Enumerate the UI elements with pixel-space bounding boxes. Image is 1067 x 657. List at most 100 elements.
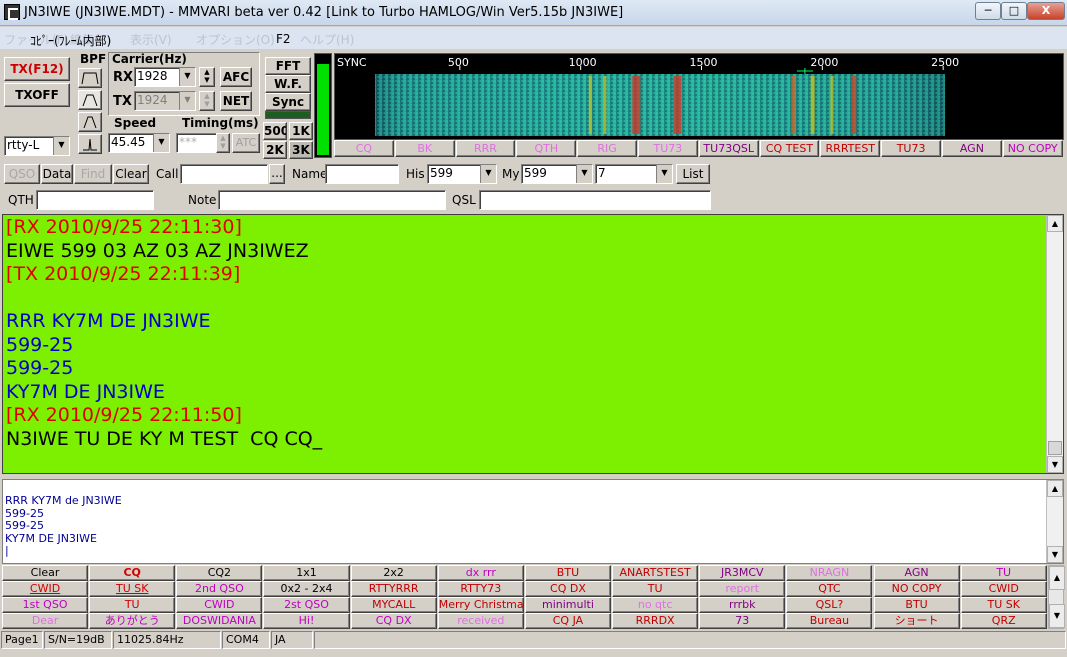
macro-button[interactable]: ショート <box>873 613 960 629</box>
atc-button[interactable]: ATC <box>232 133 260 153</box>
scroll-up-icon[interactable]: ▲ <box>1049 566 1065 590</box>
note-input[interactable] <box>218 190 446 210</box>
his-rst-select[interactable]: 599 ▼ <box>427 164 497 184</box>
macro-button[interactable]: BTU <box>524 565 612 581</box>
transmit-scrollbar[interactable]: ▲ ▼ <box>1046 480 1063 563</box>
call-input[interactable] <box>180 164 268 184</box>
timing-field[interactable]: *** <box>176 133 218 153</box>
top-macro-button[interactable]: CQ <box>334 140 394 157</box>
macro-button[interactable]: MYCALL <box>350 597 437 613</box>
macro-button[interactable]: 0x2 - 2x4 <box>263 581 350 597</box>
macro-button[interactable]: CQ <box>89 565 176 581</box>
macro-button[interactable]: TU <box>960 565 1047 581</box>
macro-button[interactable]: QRZ <box>960 613 1047 629</box>
bandwidth-2k-button[interactable]: 2K <box>263 141 287 159</box>
macro-button[interactable]: RTTYRRR <box>350 581 437 597</box>
macro-button[interactable]: 1x1 <box>263 565 350 581</box>
macro-button[interactable]: ありがとう <box>89 613 176 629</box>
top-macro-button[interactable]: TU73 <box>881 140 941 157</box>
top-macro-button[interactable]: AGN <box>942 140 1002 157</box>
macro-button[interactable]: Bureau <box>786 613 873 629</box>
macro-button[interactable]: TU <box>89 597 176 613</box>
bandwidth-3k-button[interactable]: 3K <box>289 141 313 159</box>
top-macro-button[interactable]: RIG <box>577 140 637 157</box>
top-macro-button[interactable]: TU73 <box>638 140 698 157</box>
scroll-down-icon[interactable]: ▼ <box>1047 456 1063 473</box>
bpf-medium-button[interactable] <box>78 90 102 110</box>
receive-text-panel[interactable]: [RX 2010/9/25 22:11:30] EIWE 599 03 AZ 03… <box>2 214 1064 474</box>
tx-spin-button[interactable]: ▲ ▼ <box>199 91 215 111</box>
clear-button[interactable]: Clear <box>113 164 149 184</box>
bandwidth-500-button[interactable]: 500 <box>263 122 287 140</box>
fft-level-slider[interactable] <box>265 111 311 119</box>
mode-select[interactable]: rtty-L ▼ <box>4 136 70 156</box>
menu-help[interactable]: ヘルプ(H) <box>300 31 354 48</box>
scroll-up-icon[interactable]: ▲ <box>1047 480 1063 497</box>
sync-button[interactable]: Sync <box>265 93 311 111</box>
macro-button[interactable]: NO COPY <box>873 581 960 597</box>
macro-button[interactable]: NRAGN <box>786 565 873 581</box>
popup-copy-item[interactable]: ｺﾋﾟｰ(ﾌﾚｰﾑ内部) <box>30 32 111 49</box>
top-macro-button[interactable]: NO COPY <box>1002 140 1063 157</box>
waterfall-button[interactable]: W.F. <box>265 75 311 93</box>
txoff-button[interactable]: TXOFF <box>4 83 70 107</box>
bandwidth-1k-button[interactable]: 1K <box>289 122 313 140</box>
waterfall-display[interactable]: SYNC 500 1000 1500 2000 2500 <box>334 53 1064 140</box>
close-button[interactable]: X <box>1027 2 1065 20</box>
macro-button[interactable]: Hi! <box>263 613 350 629</box>
list-button[interactable]: List <box>676 164 710 184</box>
band-select[interactable]: 7 ▼ <box>595 164 673 184</box>
macro-button[interactable]: dx rrr <box>437 565 524 581</box>
find-button[interactable]: Find <box>74 164 112 184</box>
macro-grid-scrollbar[interactable]: ▲ ▼ <box>1048 565 1065 629</box>
top-macro-button[interactable]: RRR <box>455 140 516 157</box>
data-button[interactable]: Data <box>41 164 73 184</box>
scroll-up-icon[interactable]: ▲ <box>1047 215 1063 232</box>
macro-button[interactable]: TU SK <box>960 597 1047 613</box>
qth-input[interactable] <box>36 190 154 210</box>
rx-spin-button[interactable]: ▲ ▼ <box>199 67 215 87</box>
name-input[interactable] <box>325 164 399 184</box>
scroll-thumb[interactable] <box>1048 441 1062 455</box>
macro-button[interactable]: QSL? <box>786 597 873 613</box>
transmit-text-panel[interactable]: RRR KY7M de JN3IWE 599-25 599-25 KY7M DE JN… <box>2 479 1064 564</box>
top-macro-button[interactable]: RRRTEST <box>820 140 881 157</box>
macro-button[interactable]: QTC <box>786 581 873 597</box>
macro-button[interactable]: CQ JA <box>524 613 612 629</box>
timing-spin-button[interactable]: ▲ ▼ <box>216 133 230 153</box>
macro-button[interactable]: no qtc <box>612 597 699 613</box>
macro-button[interactable]: report <box>699 581 786 597</box>
maximize-button[interactable]: □ <box>1001 2 1027 20</box>
macro-button[interactable]: TU SK <box>89 581 176 597</box>
macro-button[interactable]: BTU <box>873 597 960 613</box>
macro-button[interactable]: 73 <box>699 613 786 629</box>
top-macro-button[interactable]: CQ TEST <box>759 140 820 157</box>
macro-button[interactable]: Dear <box>2 613 89 629</box>
bpf-narrow-button[interactable] <box>78 112 102 132</box>
macro-button[interactable]: CQ DX <box>524 581 612 597</box>
rx-carrier-select[interactable]: 1928 ▼ <box>134 67 196 87</box>
scroll-down-icon[interactable]: ▼ <box>1047 546 1063 563</box>
macro-button[interactable]: AGN <box>873 565 960 581</box>
top-macro-button[interactable]: QTH <box>516 140 577 157</box>
macro-button[interactable]: RTTY73 <box>437 581 524 597</box>
minimize-button[interactable]: ─ <box>975 2 1001 20</box>
macro-button[interactable]: ANARTSTEST <box>612 565 699 581</box>
top-macro-button[interactable]: BK <box>394 140 455 157</box>
top-macro-button[interactable]: TU73QSL <box>698 140 759 157</box>
macro-button[interactable]: minimulti <box>524 597 612 613</box>
macro-button[interactable]: RRRDX <box>612 613 699 629</box>
macro-button[interactable]: CWID <box>176 597 263 613</box>
menu-view[interactable]: 表示(V) <box>130 31 172 48</box>
speed-select[interactable]: 45.45 ▼ <box>108 133 170 153</box>
tx-button[interactable]: TX(F12) <box>4 57 70 81</box>
macro-button[interactable]: TU <box>612 581 699 597</box>
macro-button[interactable]: 2st QSO <box>263 597 350 613</box>
bpf-wide-button[interactable] <box>78 68 102 88</box>
menu-options[interactable]: オプション(O) <box>196 31 275 48</box>
bpf-very-narrow-button[interactable] <box>78 134 102 154</box>
macro-button[interactable]: Merry Christmas <box>437 597 524 613</box>
my-rst-select[interactable]: 599 ▼ <box>521 164 593 184</box>
macro-button[interactable]: CWID <box>960 581 1047 597</box>
macro-button[interactable]: 1st QSO <box>2 597 89 613</box>
